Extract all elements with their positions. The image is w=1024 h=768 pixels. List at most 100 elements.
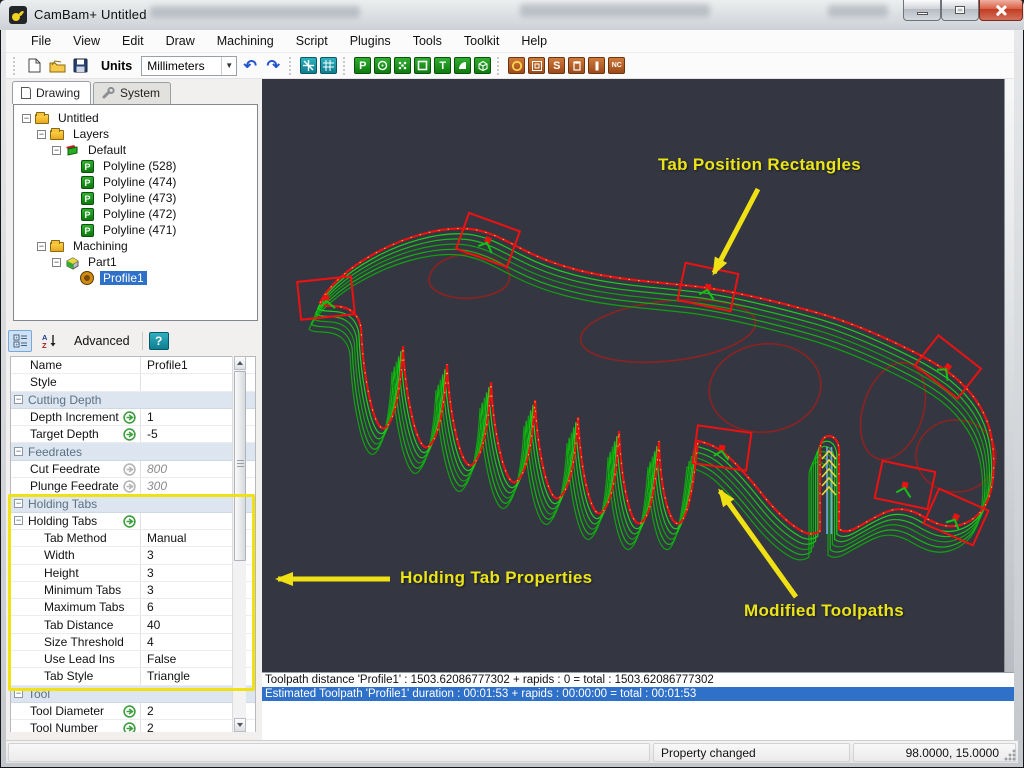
menu-tools[interactable]: Tools: [402, 31, 453, 51]
minimize-button[interactable]: [903, 0, 941, 21]
property-row[interactable]: − Height 3: [11, 565, 255, 582]
inherit-arrow-icon[interactable]: [123, 480, 136, 493]
menu-file[interactable]: File: [20, 31, 62, 51]
tree-item-label[interactable]: Polyline (472): [100, 207, 179, 221]
property-row[interactable]: − Tool: [11, 686, 255, 703]
property-row[interactable]: − Target Depth -5: [11, 426, 255, 443]
alphabetical-sort-button[interactable]: AZ: [38, 330, 62, 352]
menu-machining[interactable]: Machining: [206, 31, 285, 51]
chevron-down-icon[interactable]: ▼: [221, 57, 236, 75]
close-button[interactable]: [979, 0, 1023, 21]
tree-expand-toggle[interactable]: −: [52, 258, 61, 267]
tree-item-label[interactable]: Machining: [70, 239, 131, 253]
machine-drill-icon[interactable]: [508, 57, 525, 74]
tree-item-label[interactable]: Untitled: [55, 111, 102, 125]
advanced-button[interactable]: Advanced: [68, 332, 136, 350]
undo-button[interactable]: ↶: [240, 56, 260, 76]
tree-item-label[interactable]: Default: [85, 143, 129, 157]
new-file-button[interactable]: [24, 56, 44, 76]
drawing-tree[interactable]: − Untitled − Layers − Default − P Polyli…: [13, 104, 258, 321]
category-expand-toggle[interactable]: −: [14, 395, 23, 404]
title-bar[interactable]: CamBam+ Untitled: [0, 0, 1024, 30]
property-row[interactable]: − Cutting Depth: [11, 392, 255, 409]
property-row[interactable]: − Holding Tabs: [11, 513, 255, 530]
tree-expand-toggle[interactable]: −: [22, 114, 31, 123]
tree-item[interactable]: − P Polyline (473): [14, 190, 257, 206]
snap-grid-icon[interactable]: [320, 57, 337, 74]
tree-item[interactable]: − P Polyline (528): [14, 158, 257, 174]
tree-item-label[interactable]: Part1: [85, 255, 120, 269]
drawing-canvas[interactable]: Tab Position Rectangles Holding Tab Prop…: [262, 79, 1004, 672]
property-row[interactable]: − Feedrates: [11, 443, 255, 460]
canvas-right-scrollbar[interactable]: [1004, 79, 1014, 672]
draw-text-icon[interactable]: T: [434, 57, 451, 74]
draw-circle-icon[interactable]: [374, 57, 391, 74]
tree-item-label[interactable]: Polyline (528): [100, 159, 179, 173]
property-row[interactable]: − Tab Distance 40: [11, 616, 255, 633]
property-row[interactable]: − Use Lead Ins False: [11, 651, 255, 668]
inherit-arrow-icon[interactable]: [123, 705, 136, 718]
menu-edit[interactable]: Edit: [111, 31, 155, 51]
machine-pocket-icon[interactable]: [528, 57, 545, 74]
menu-help[interactable]: Help: [510, 31, 558, 51]
scroll-up-button[interactable]: [234, 356, 246, 370]
draw-surface-icon[interactable]: [474, 57, 491, 74]
property-row[interactable]: − Name Profile1: [11, 357, 255, 374]
tree-item-label[interactable]: Layers: [70, 127, 112, 141]
category-expand-toggle[interactable]: −: [14, 499, 23, 508]
redo-button[interactable]: ↷: [263, 56, 283, 76]
property-row[interactable]: − Tab Method Manual: [11, 530, 255, 547]
property-row[interactable]: − Minimum Tabs 3: [11, 582, 255, 599]
property-row[interactable]: − Width 3: [11, 547, 255, 564]
inherit-arrow-icon[interactable]: [123, 411, 136, 424]
snap-points-icon[interactable]: [300, 57, 317, 74]
menu-view[interactable]: View: [62, 31, 111, 51]
property-grid-scrollbar[interactable]: [232, 356, 246, 732]
tree-expand-toggle[interactable]: −: [37, 130, 46, 139]
tree-expand-toggle[interactable]: −: [37, 242, 46, 251]
machine-lathe-icon[interactable]: [588, 57, 605, 74]
log-line-duration[interactable]: Estimated Toolpath 'Profile1' duration :…: [262, 687, 1014, 701]
categorized-view-button[interactable]: ++: [8, 330, 32, 352]
open-file-button[interactable]: [47, 56, 67, 76]
property-row[interactable]: − Plunge Feedrate 300: [11, 478, 255, 495]
tree-item-label[interactable]: Polyline (474): [100, 175, 179, 189]
tree-item[interactable]: − P Polyline (471): [14, 222, 257, 238]
tree-item-label[interactable]: Polyline (473): [100, 191, 179, 205]
draw-rectangle-icon[interactable]: [414, 57, 431, 74]
scroll-down-button[interactable]: [234, 718, 246, 732]
tab-drawing[interactable]: Drawing: [12, 81, 91, 104]
property-row[interactable]: − Maximum Tabs 6: [11, 599, 255, 616]
tree-item[interactable]: − Untitled: [14, 110, 257, 126]
category-expand-toggle[interactable]: −: [14, 516, 23, 525]
menu-toolkit[interactable]: Toolkit: [453, 31, 510, 51]
property-row[interactable]: − Depth Increment 1: [11, 409, 255, 426]
menu-script[interactable]: Script: [285, 31, 339, 51]
draw-arc-icon[interactable]: [454, 57, 471, 74]
draw-polyline-icon[interactable]: P: [354, 57, 371, 74]
property-row[interactable]: − Tool Number 2: [11, 720, 255, 732]
log-line-distance[interactable]: Toolpath distance 'Profile1' : 1503.6208…: [262, 673, 1014, 687]
category-expand-toggle[interactable]: −: [14, 447, 23, 456]
property-row[interactable]: − Cut Feedrate 800: [11, 461, 255, 478]
tree-expand-toggle[interactable]: −: [52, 146, 61, 155]
tab-system[interactable]: System: [93, 82, 171, 104]
machine-engrave-icon[interactable]: S: [548, 57, 565, 74]
tree-item[interactable]: − Profile1: [14, 270, 257, 286]
property-row[interactable]: − Holding Tabs: [11, 495, 255, 512]
help-button[interactable]: ?: [149, 332, 169, 350]
resize-grip[interactable]: [1003, 748, 1016, 761]
scrollbar-thumb[interactable]: [234, 371, 246, 561]
gcode-file-icon[interactable]: NC: [608, 57, 625, 74]
tree-item[interactable]: − P Polyline (474): [14, 174, 257, 190]
tree-item[interactable]: − Machining: [14, 238, 257, 254]
tree-item[interactable]: − Part1: [14, 254, 257, 270]
machine-profile-icon[interactable]: [568, 57, 585, 74]
property-row[interactable]: − Size Threshold 4: [11, 634, 255, 651]
save-button[interactable]: [70, 56, 90, 76]
menu-draw[interactable]: Draw: [155, 31, 206, 51]
tree-item-label[interactable]: Profile1: [100, 271, 147, 285]
property-row[interactable]: − Style: [11, 374, 255, 391]
inherit-arrow-icon[interactable]: [123, 515, 136, 528]
inherit-arrow-icon[interactable]: [123, 428, 136, 441]
